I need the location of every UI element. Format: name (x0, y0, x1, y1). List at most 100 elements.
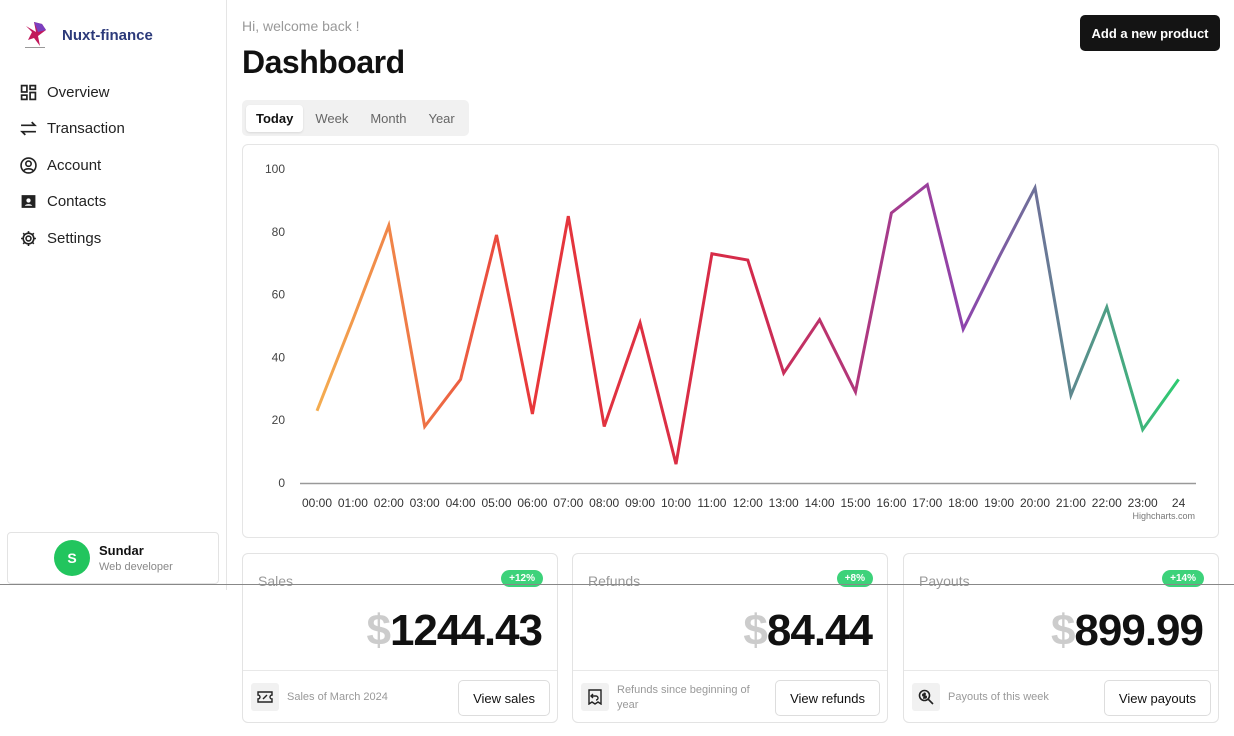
data-point[interactable] (781, 370, 787, 376)
sidebar-item-settings[interactable]: Settings (20, 220, 125, 257)
data-point[interactable] (996, 254, 1002, 260)
x-tick-label: 15:00 (840, 496, 870, 510)
user-circle-icon (20, 157, 37, 174)
payouts-card: Payouts +14% $899.99 Payouts of this wee… (903, 553, 1219, 723)
x-tick-label: 05:00 (481, 496, 511, 510)
x-tick-label: 11:00 (697, 496, 726, 510)
divider (0, 584, 1234, 585)
refunds-card: Refunds +8% $84.44 Refunds since beginni… (572, 553, 888, 723)
y-tick-label: 40 (272, 350, 286, 364)
currency: $ (366, 606, 391, 655)
data-point[interactable] (350, 317, 356, 323)
logo-icon (25, 22, 46, 48)
tab-year[interactable]: Year (418, 105, 464, 132)
data-point[interactable] (565, 213, 571, 219)
data-point[interactable] (960, 326, 966, 332)
data-point[interactable] (1140, 427, 1146, 433)
x-tick-label: 01:00 (338, 496, 368, 510)
series-line (315, 182, 1180, 465)
tab-month[interactable]: Month (360, 105, 416, 132)
x-tick-label: 24 (1172, 496, 1186, 510)
x-tick-label: 16:00 (876, 496, 906, 510)
data-point[interactable] (1104, 304, 1110, 310)
data-point[interactable] (458, 376, 464, 382)
currency: $ (1050, 606, 1076, 655)
x-tick-label: 22:00 (1092, 496, 1122, 510)
view-sales-button[interactable]: View sales (458, 680, 550, 716)
view-refunds-button[interactable]: View refunds (775, 680, 880, 716)
data-point[interactable] (1068, 392, 1074, 398)
sidebar-item-label: Settings (47, 229, 102, 247)
data-point[interactable] (745, 257, 751, 263)
search-dollar-icon (912, 683, 940, 711)
amount-value: 1244.43 (389, 606, 543, 655)
line-chart: 0 20 40 60 80 100 00:00 01:00 02:00 03:00 04:00 05:… (265, 162, 1196, 521)
data-point[interactable] (853, 389, 859, 395)
x-tick-label: 04:00 (446, 496, 476, 510)
page-title: Dashboard (242, 44, 405, 80)
x-tick-label: 18:00 (948, 496, 978, 510)
contact-card-icon (21, 195, 36, 209)
data-point[interactable] (673, 461, 679, 467)
sidebar-item-account[interactable]: Account (20, 147, 125, 184)
data-point[interactable] (314, 408, 320, 414)
amount-value: 84.44 (766, 606, 873, 655)
x-tick-label: 23:00 (1128, 496, 1158, 510)
ticket-percent-icon (251, 683, 279, 711)
welcome-text: Hi, welcome back ! (242, 18, 360, 34)
y-tick-label: 100 (265, 162, 285, 176)
x-tick-label: 09:00 (625, 496, 655, 510)
data-point[interactable] (888, 210, 894, 216)
currency: $ (743, 606, 768, 655)
card-footnote: Sales of March 2024 (287, 691, 388, 703)
card-footnote: Refunds since beginning of year (617, 684, 750, 711)
user-profile[interactable]: S Sundar Web developer (7, 532, 219, 584)
sidebar-item-contacts[interactable]: Contacts (20, 184, 125, 221)
x-tick-label: 02:00 (374, 496, 404, 510)
add-product-button[interactable]: Add a new product (1080, 15, 1220, 51)
data-point[interactable] (924, 182, 930, 188)
sidebar-item-label: Overview (47, 83, 110, 101)
data-point[interactable] (529, 411, 535, 417)
sidebar: Nuxt-finance Overview Transaction Accoun… (0, 0, 227, 590)
x-tick-label: 12:00 (733, 496, 763, 510)
x-tick-label: 00:00 (302, 496, 332, 510)
amount: $899.99 (1050, 606, 1204, 656)
data-point[interactable] (422, 423, 428, 429)
view-payouts-button[interactable]: View payouts (1103, 680, 1211, 716)
card-footnote: Payouts of this week (948, 691, 1049, 703)
x-tick-label: 10:00 (661, 496, 691, 510)
data-point[interactable] (637, 320, 643, 326)
tab-today[interactable]: Today (246, 104, 304, 132)
x-tick-label: 06:00 (517, 496, 547, 510)
tab-week[interactable]: Week (305, 105, 358, 132)
sales-card: Sales +12% $1244.43 Sales of March 2024 … (242, 553, 558, 723)
sidebar-item-overview[interactable]: Overview (20, 74, 125, 111)
sidebar-item-label: Account (47, 156, 102, 174)
y-tick-label: 0 (278, 476, 285, 490)
arrows-swap-icon (20, 121, 37, 136)
x-tick-label: 08:00 (589, 496, 619, 510)
amount-value: 899.99 (1074, 606, 1204, 655)
card-label: Refunds (588, 573, 641, 589)
line-chart-panel: 0 20 40 60 80 100 00:00 01:00 02:00 03:00 04:00 05:… (242, 144, 1219, 538)
card-label: Payouts (919, 573, 970, 589)
data-point[interactable] (1176, 376, 1182, 382)
brand[interactable]: Nuxt-finance (22, 20, 153, 50)
data-point[interactable] (601, 423, 607, 429)
data-point[interactable] (494, 232, 500, 238)
y-tick-label: 80 (272, 225, 286, 239)
data-point[interactable] (817, 317, 823, 323)
sidebar-item-transaction[interactable]: Transaction (20, 111, 125, 148)
x-tick-label: 21:00 (1056, 496, 1086, 510)
data-point[interactable] (1032, 185, 1038, 191)
x-tick-label: 20:00 (1020, 496, 1050, 510)
user-role: Web developer (99, 561, 173, 573)
x-tick-label: 03:00 (410, 496, 440, 510)
data-point[interactable] (386, 223, 392, 229)
data-point[interactable] (709, 251, 715, 257)
chart-credits[interactable]: Highcharts.com (1132, 511, 1195, 521)
avatar: S (54, 540, 90, 576)
amount: $1244.43 (366, 606, 543, 656)
card-label: Sales (258, 573, 294, 589)
